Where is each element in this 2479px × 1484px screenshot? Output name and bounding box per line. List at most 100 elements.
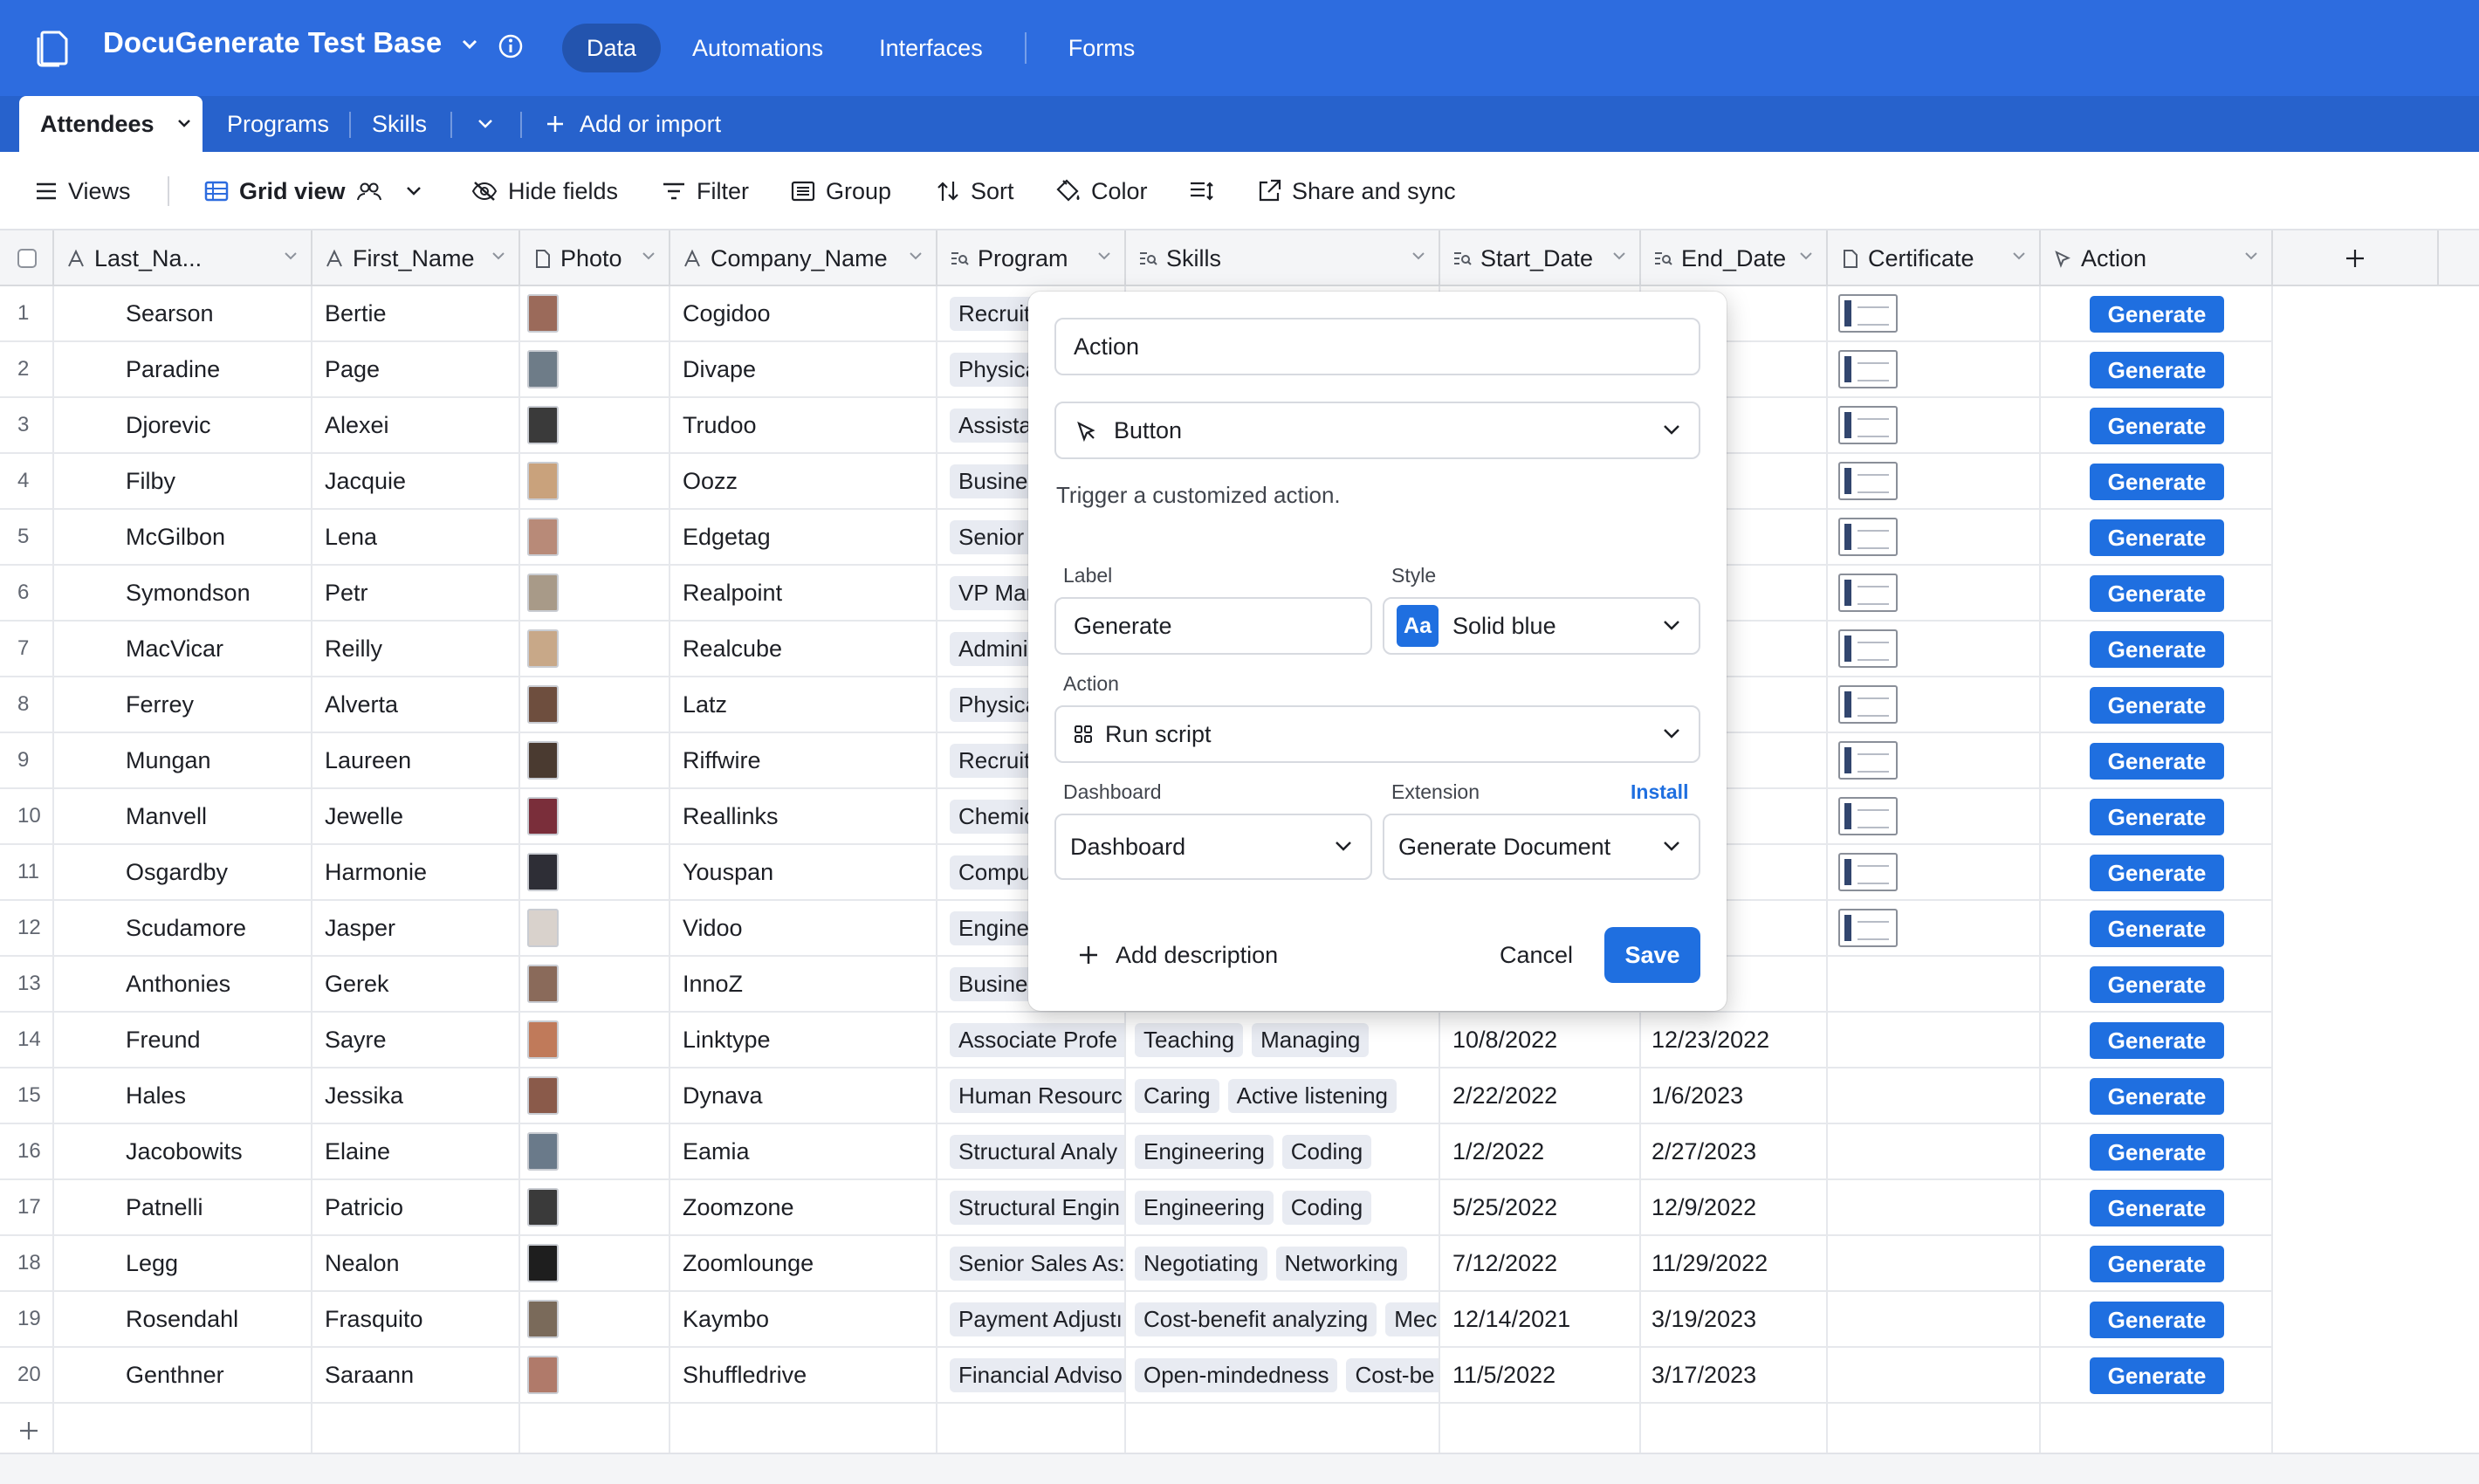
nav-data[interactable]: Data	[562, 24, 662, 72]
cell-certificate[interactable]	[1828, 454, 2041, 508]
cell-photo[interactable]	[520, 845, 670, 899]
cell-last-name[interactable]: Anthonies	[113, 957, 312, 1011]
cell-photo[interactable]	[520, 677, 670, 732]
certificate-thumbnail[interactable]	[1838, 741, 1898, 780]
cell-last-name[interactable]: Mungan	[113, 733, 312, 787]
cell-photo[interactable]	[520, 957, 670, 1011]
photo-thumbnail[interactable]	[527, 294, 559, 333]
cell-photo[interactable]	[520, 1180, 670, 1234]
cell-certificate[interactable]	[1828, 342, 2041, 396]
column-header-skills[interactable]: Skills	[1126, 230, 1440, 286]
cell-certificate[interactable]	[1828, 286, 2041, 340]
column-header-certificate[interactable]: Certificate	[1828, 230, 2041, 286]
extension-select[interactable]: Generate Document	[1383, 814, 1700, 880]
cell-last-name[interactable]: Ferrey	[113, 677, 312, 732]
cell-first-name[interactable]: Lena	[312, 510, 520, 564]
cell-last-name[interactable]: Symondson	[113, 566, 312, 620]
cell-start-date[interactable]: 5/25/2022	[1440, 1180, 1641, 1234]
cell-certificate[interactable]	[1828, 1180, 2041, 1234]
tab-skills[interactable]: Skills	[372, 96, 427, 152]
generate-button[interactable]: Generate	[2090, 966, 2224, 1003]
generate-button[interactable]: Generate	[2090, 1134, 2224, 1171]
certificate-thumbnail[interactable]	[1838, 518, 1898, 556]
cell-first-name[interactable]: Patricio	[312, 1180, 520, 1234]
cell-first-name[interactable]: Frasquito	[312, 1292, 520, 1346]
cell-first-name[interactable]: Petr	[312, 566, 520, 620]
chevron-down-icon[interactable]	[491, 251, 506, 262]
cell-first-name[interactable]: Alexei	[312, 398, 520, 452]
cell-certificate[interactable]	[1828, 1124, 2041, 1178]
cell-photo[interactable]	[520, 1348, 670, 1402]
info-icon[interactable]	[498, 33, 524, 59]
cell-program[interactable]: Financial Adviso	[937, 1348, 1126, 1402]
cell-company-name[interactable]: Vidoo	[670, 901, 937, 955]
column-header-start-date[interactable]: Start_Date	[1440, 230, 1641, 286]
filter-button[interactable]: Filter	[662, 152, 749, 230]
cell-first-name[interactable]: Saraann	[312, 1348, 520, 1402]
photo-thumbnail[interactable]	[527, 1076, 559, 1115]
chevron-down-icon[interactable]	[283, 251, 299, 262]
generate-button[interactable]: Generate	[2090, 1190, 2224, 1226]
cell-company-name[interactable]: Realpoint	[670, 566, 937, 620]
cell-skills[interactable]: Caring Active listening	[1126, 1068, 1440, 1123]
add-description-button[interactable]: Add description	[1077, 927, 1278, 983]
nav-forms[interactable]: Forms	[1044, 24, 1160, 72]
table-row[interactable]: 19 Rosendahl Frasquito Kaymbo Payment Adjust…	[0, 1292, 2273, 1348]
cell-first-name[interactable]: Reilly	[312, 622, 520, 676]
cell-start-date[interactable]: 2/22/2022	[1440, 1068, 1641, 1123]
grid-view-button[interactable]: Grid view	[204, 152, 422, 230]
cell-company-name[interactable]: Oozz	[670, 454, 937, 508]
cell-last-name[interactable]: Freund	[113, 1013, 312, 1067]
cell-company-name[interactable]: Edgetag	[670, 510, 937, 564]
cell-certificate[interactable]	[1828, 677, 2041, 732]
cell-last-name[interactable]: Scudamore	[113, 901, 312, 955]
cell-end-date[interactable]: 3/17/2023	[1641, 1348, 1828, 1402]
cell-company-name[interactable]: Reallinks	[670, 789, 937, 843]
add-or-import-button[interactable]: Add or import	[545, 96, 721, 152]
photo-thumbnail[interactable]	[527, 741, 559, 780]
photo-thumbnail[interactable]	[527, 1356, 559, 1394]
cell-company-name[interactable]: Zoomlounge	[670, 1236, 937, 1290]
cell-skills[interactable]: Open-mindedness Cost-be	[1126, 1348, 1440, 1402]
cell-first-name[interactable]: Jessika	[312, 1068, 520, 1123]
cell-last-name[interactable]: McGilbon	[113, 510, 312, 564]
cell-company-name[interactable]: Trudoo	[670, 398, 937, 452]
cell-company-name[interactable]: Youspan	[670, 845, 937, 899]
generate-button[interactable]: Generate	[2090, 1246, 2224, 1282]
column-header-action[interactable]: Action	[2041, 230, 2273, 286]
cell-end-date[interactable]: 3/19/2023	[1641, 1292, 1828, 1346]
cell-end-date[interactable]: 12/23/2022	[1641, 1013, 1828, 1067]
cell-first-name[interactable]: Alverta	[312, 677, 520, 732]
cell-photo[interactable]	[520, 342, 670, 396]
cell-certificate[interactable]	[1828, 1236, 2041, 1290]
generate-button[interactable]: Generate	[2090, 1302, 2224, 1338]
generate-button[interactable]: Generate	[2090, 296, 2224, 333]
cell-company-name[interactable]: Eamia	[670, 1124, 937, 1178]
cell-photo[interactable]	[520, 398, 670, 452]
generate-button[interactable]: Generate	[2090, 1357, 2224, 1394]
cell-end-date[interactable]: 11/29/2022	[1641, 1236, 1828, 1290]
nav-automations[interactable]: Automations	[668, 24, 848, 72]
cell-skills[interactable]: Engineering Coding	[1126, 1180, 1440, 1234]
cell-photo[interactable]	[520, 1013, 670, 1067]
cell-company-name[interactable]: Latz	[670, 677, 937, 732]
cell-start-date[interactable]: 1/2/2022	[1440, 1124, 1641, 1178]
cell-last-name[interactable]: Genthner	[113, 1348, 312, 1402]
cell-last-name[interactable]: Hales	[113, 1068, 312, 1123]
certificate-thumbnail[interactable]	[1838, 629, 1898, 668]
hide-fields-button[interactable]: Hide fields	[471, 152, 618, 230]
photo-thumbnail[interactable]	[527, 462, 559, 500]
generate-button[interactable]: Generate	[2090, 352, 2224, 388]
cell-start-date[interactable]: 7/12/2022	[1440, 1236, 1641, 1290]
cell-program[interactable]: Human Resourc	[937, 1068, 1126, 1123]
cell-company-name[interactable]: Riffwire	[670, 733, 937, 787]
cell-certificate[interactable]	[1828, 1013, 2041, 1067]
save-button[interactable]: Save	[1604, 927, 1700, 983]
cell-company-name[interactable]: Cogidoo	[670, 286, 937, 340]
cell-skills[interactable]: Cost-benefit analyzing Mec	[1126, 1292, 1440, 1346]
certificate-thumbnail[interactable]	[1838, 350, 1898, 388]
generate-button[interactable]: Generate	[2090, 575, 2224, 612]
column-header-company-name[interactable]: Company_Name	[670, 230, 937, 286]
field-type-select[interactable]: Button	[1054, 402, 1700, 459]
chevron-down-icon[interactable]	[2243, 251, 2259, 262]
